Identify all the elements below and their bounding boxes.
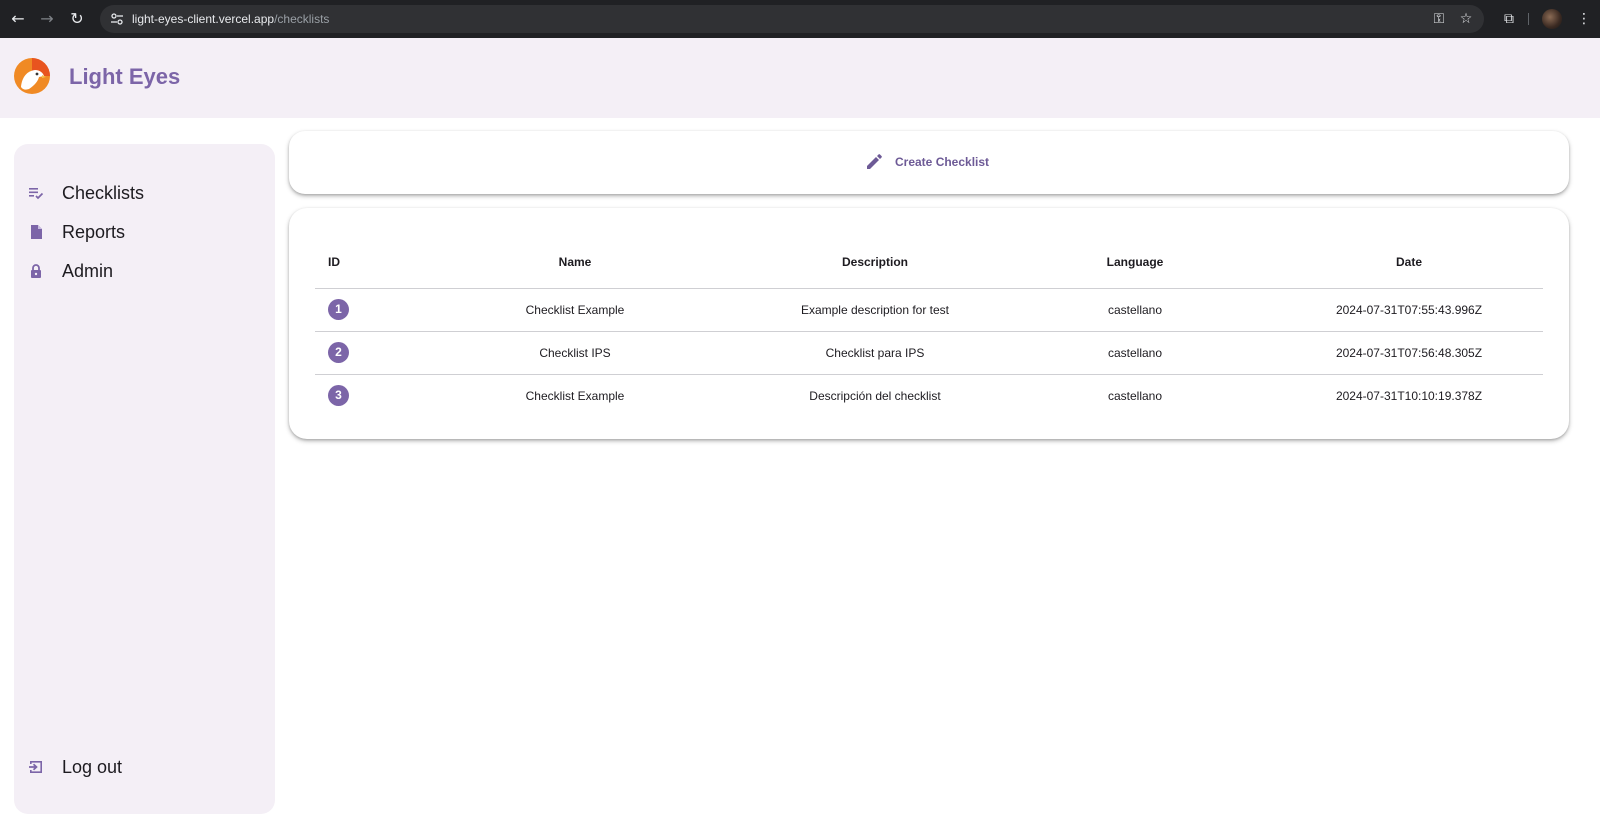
id-badge: 2 (328, 342, 349, 363)
table-row[interactable]: 3 Checklist Example Descripción del chec… (315, 374, 1543, 417)
password-key-icon[interactable]: ⚿ (1430, 10, 1448, 28)
browser-toolbar: ← → ↻ light-eyes-client.vercel.app/check… (0, 0, 1600, 38)
language-cell: castellano (995, 288, 1275, 332)
pencil-icon (867, 154, 882, 169)
url-host: light-eyes-client.vercel.app (132, 12, 275, 26)
table-header-row: ID Name Description Language Date (315, 236, 1543, 289)
back-arrow-icon[interactable]: ← (8, 9, 28, 29)
id-cell: 1 (315, 288, 395, 332)
url-path: /checklists (274, 12, 330, 26)
date-cell: 2024-07-31T07:56:48.305Z (1275, 331, 1543, 375)
logout-icon (28, 759, 44, 775)
sidebar-item-label: Admin (62, 260, 114, 281)
create-checklist-card: Create Checklist (289, 131, 1569, 194)
extensions-icon[interactable]: ⧉ (1499, 9, 1519, 29)
lock-icon (28, 263, 44, 279)
description-cell: Example description for test (755, 288, 995, 332)
sidebar-item-reports[interactable]: Reports (28, 216, 258, 248)
column-header-description[interactable]: Description (755, 236, 995, 289)
eagle-logo-icon[interactable] (13, 57, 51, 95)
checklists-table: ID Name Description Language Date 1 Chec… (315, 236, 1543, 417)
language-cell: castellano (995, 331, 1275, 375)
profile-avatar[interactable] (1542, 9, 1562, 29)
url-text[interactable]: light-eyes-client.vercel.app/checklists (132, 12, 329, 26)
column-header-name[interactable]: Name (395, 236, 755, 289)
name-cell: Checklist IPS (395, 331, 755, 375)
id-badge: 3 (328, 385, 349, 407)
sidebar: Checklists Reports Admin Log out (14, 144, 275, 814)
column-header-id[interactable]: ID (315, 236, 395, 289)
language-cell: castellano (1107, 388, 1163, 403)
create-checklist-button[interactable]: Create Checklist (859, 149, 995, 175)
sidebar-item-label: Reports (62, 221, 126, 242)
table-row[interactable]: 1 Checklist Example Example description … (315, 288, 1543, 332)
sidebar-item-label: Checklists (62, 182, 145, 203)
sidebar-item-admin[interactable]: Admin (28, 255, 258, 287)
app-title: Light Eyes (69, 64, 181, 89)
sidebar-item-logout[interactable]: Log out (28, 751, 258, 783)
column-header-language[interactable]: Language (995, 236, 1275, 289)
reload-icon[interactable]: ↻ (67, 9, 87, 29)
forward-arrow-icon[interactable]: → (37, 9, 57, 29)
app-header: Light Eyes (0, 38, 1600, 118)
checklists-table-card: ID Name Description Language Date 1 Chec… (289, 208, 1569, 439)
create-checklist-label: Create Checklist (895, 155, 990, 169)
site-info-icon[interactable] (110, 12, 124, 26)
bookmark-star-icon[interactable]: ☆ (1457, 10, 1475, 28)
document-icon (28, 224, 44, 240)
logout-label: Log out (62, 756, 123, 777)
id-cell: 3 (315, 374, 395, 417)
table-row[interactable]: 2 Checklist IPS Checklist para IPS caste… (315, 331, 1543, 375)
date-cell: 2024-07-31T07:55:43.996Z (1275, 288, 1543, 332)
address-bar[interactable]: light-eyes-client.vercel.app/checklists … (100, 5, 1484, 33)
id-badge: 1 (328, 299, 349, 320)
description-cell: Descripción del checklist (809, 388, 941, 403)
description-cell: Checklist para IPS (755, 331, 995, 375)
column-header-date[interactable]: Date (1275, 236, 1543, 289)
id-cell: 2 (315, 331, 395, 375)
sidebar-item-checklists[interactable]: Checklists (28, 177, 258, 209)
name-cell: Checklist Example (395, 288, 755, 332)
date-cell: 2024-07-31T10:10:19.378Z (1335, 388, 1483, 403)
name-cell: Checklist Example (525, 388, 625, 403)
more-menu-icon[interactable]: ⋮ (1574, 9, 1594, 29)
toolbar-separator (1528, 13, 1529, 25)
checklist-icon (28, 185, 44, 201)
